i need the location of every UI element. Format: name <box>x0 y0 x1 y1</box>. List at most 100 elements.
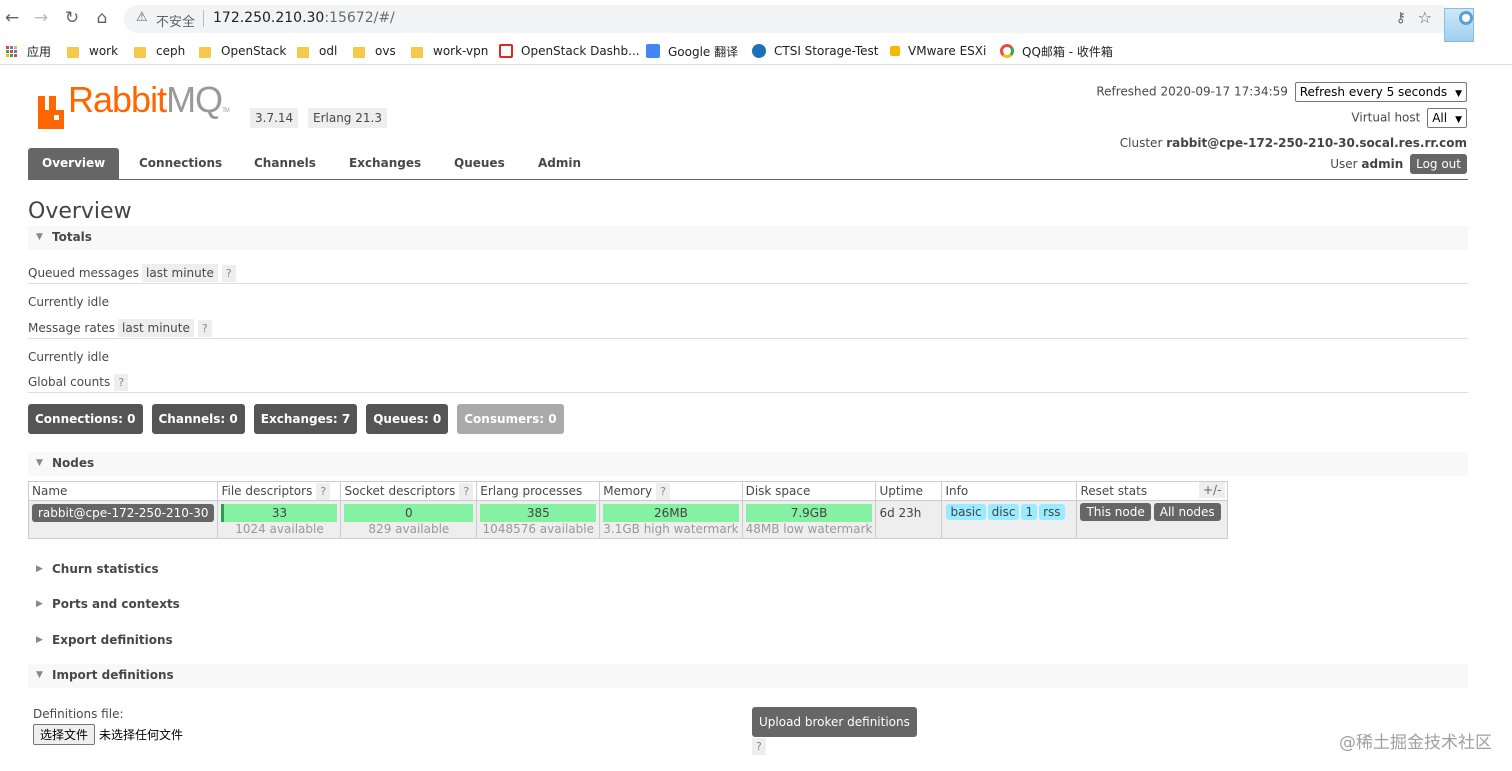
bookmark-label: OpenStack Dashb... <box>521 44 640 58</box>
global-counts: Connections: 0 Channels: 0 Exchanges: 7 … <box>28 404 573 434</box>
key-icon[interactable]: ⚷ <box>1396 10 1406 26</box>
url-divider <box>203 10 204 27</box>
sd-available: 829 available <box>368 522 450 536</box>
bookmark-apps[interactable]: 应用 <box>6 43 51 59</box>
folder-icon <box>353 46 365 58</box>
tab-channels[interactable]: Channels <box>240 148 330 179</box>
page-title: Overview <box>28 199 132 224</box>
help-button[interactable]: ? <box>221 265 236 282</box>
star-icon[interactable]: ☆ <box>1418 8 1432 27</box>
import-section-header[interactable]: ▼ Import definitions <box>28 664 1468 688</box>
info-tag: 1 <box>1021 504 1038 520</box>
bookmark-label: CTSI Storage-Test <box>774 44 879 58</box>
reset-all-nodes-button[interactable]: All nodes <box>1153 503 1221 521</box>
bookmark-qq-mail[interactable]: QQ邮箱 - 收件箱 <box>1000 43 1113 59</box>
queued-range-pill[interactable]: last minute <box>142 264 218 282</box>
help-button[interactable]: ? <box>656 483 670 500</box>
cell-info: basic disc 1 rss <box>941 500 1078 539</box>
ep-bar: 385 <box>480 504 597 522</box>
help-button[interactable]: ? <box>316 483 331 500</box>
bookmark-google-translate[interactable]: Google 翻译 <box>646 43 738 59</box>
table-header-row: Name File descriptors? Socket descriptor… <box>27 481 1228 501</box>
warning-icon: ⚠ <box>136 10 148 25</box>
version-badge: 3.7.14 <box>250 108 299 128</box>
url-text[interactable]: 172.250.210.30:15672/#/ <box>213 10 395 26</box>
logo-mq: MQ <box>166 79 223 120</box>
export-title: Export definitions <box>52 633 173 647</box>
reload-icon[interactable]: ↻ <box>62 8 82 28</box>
chevron-down-icon: ▼ <box>1455 89 1462 99</box>
exchanges-count-button[interactable]: Exchanges: 7 <box>253 404 358 434</box>
cell-sd: 0 829 available <box>340 500 478 539</box>
export-section-header[interactable]: ▶ Export definitions <box>28 629 1468 653</box>
bookmark-ctsi-storage[interactable]: CTSI Storage-Test <box>752 43 879 59</box>
caret-down-icon: ▼ <box>36 458 43 468</box>
bookmark-odl[interactable]: odl <box>297 43 337 59</box>
vhost-row: Virtual host All ▼ <box>1351 108 1467 128</box>
url-rest: :15672/#/ <box>324 10 395 26</box>
tab-queues[interactable]: Queues <box>440 148 519 179</box>
tab-exchanges[interactable]: Exchanges <box>335 148 435 179</box>
col-erlang-processes: Erlang processes <box>476 481 601 501</box>
bookmark-ovs[interactable]: ovs <box>353 43 396 59</box>
help-button[interactable]: ? <box>197 320 212 337</box>
reset-this-node-button[interactable]: This node <box>1080 503 1151 521</box>
tab-admin[interactable]: Admin <box>524 148 595 179</box>
uptime-value: 6d 23h <box>879 506 922 520</box>
totals-section-header[interactable]: ▼ Totals <box>28 226 1468 250</box>
home-icon[interactable]: ⌂ <box>92 8 112 28</box>
connections-count-button[interactable]: Connections: 0 <box>28 404 143 434</box>
mem-value: 26MB <box>653 506 688 520</box>
cell-ep: 385 1048576 available <box>476 500 601 539</box>
back-arrow-icon[interactable]: ← <box>2 8 22 28</box>
nodes-table: Name File descriptors? Socket descriptor… <box>27 481 1228 539</box>
bookmark-work[interactable]: work <box>67 43 118 59</box>
consumers-count-button[interactable]: Consumers: 0 <box>457 404 564 434</box>
refresh-select-value: Refresh every 5 seconds <box>1299 85 1448 99</box>
mem-watermark: 3.1GB high watermark <box>603 522 739 536</box>
ports-title: Ports and contexts <box>52 597 180 611</box>
bookmark-label: odl <box>319 44 338 58</box>
columns-toggle-button[interactable]: +/- <box>1199 482 1226 498</box>
bookmark-vmware-esxi[interactable]: VMware ESXi <box>890 43 986 59</box>
rates-range-pill[interactable]: last minute <box>118 319 194 337</box>
col-label: Memory <box>603 484 653 498</box>
bookmark-ceph[interactable]: ceph <box>134 43 185 59</box>
queues-count-button[interactable]: Queues: 0 <box>366 404 449 434</box>
bookmark-openstack[interactable]: OpenStack <box>199 43 286 59</box>
choose-file-button[interactable]: 选择文件 <box>33 724 96 745</box>
table-row: rabbit@cpe-172-250-210-30 33 1024 availab… <box>27 500 1228 539</box>
folder-icon <box>297 46 309 58</box>
col-socket-descriptors: Socket descriptors? <box>340 481 478 501</box>
info-tag: basic <box>946 504 986 520</box>
tab-connections[interactable]: Connections <box>125 148 236 179</box>
bookmark-label: OpenStack <box>221 44 287 58</box>
vhost-select[interactable]: All ▼ <box>1427 108 1467 128</box>
bookmark-label: ceph <box>156 44 186 58</box>
help-button[interactable]: ? <box>459 483 474 500</box>
forward-arrow-icon[interactable]: → <box>31 8 51 28</box>
cell-name: rabbit@cpe-172-250-210-30 <box>27 500 219 539</box>
bookmark-openstack-dashboard[interactable]: OpenStack Dashb... <box>499 43 640 59</box>
help-button[interactable]: ? <box>752 738 766 755</box>
disk-watermark: 48MB low watermark <box>745 522 873 536</box>
node-name-link[interactable]: rabbit@cpe-172-250-210-30 <box>32 504 215 522</box>
nodes-section-header[interactable]: ▼ Nodes <box>28 452 1468 476</box>
address-bar[interactable]: ⚠ 不安全 172.250.210.30:15672/#/ ⚷ ☆ <box>124 5 1454 33</box>
vhost-label: Virtual host <box>1351 110 1421 125</box>
churn-section-header[interactable]: ▶ Churn statistics <box>28 558 1468 582</box>
refresh-row: Refreshed 2020-09-17 17:34:59 Refresh ev… <box>1096 82 1467 102</box>
refresh-select[interactable]: Refresh every 5 seconds ▼ <box>1294 82 1467 102</box>
rates-label: Message rates <box>28 321 116 335</box>
bookmark-work-vpn[interactable]: work-vpn <box>411 43 488 59</box>
upload-definitions-button[interactable]: Upload broker definitions <box>752 707 917 737</box>
caret-right-icon: ▶ <box>36 564 43 574</box>
help-button[interactable]: ? <box>114 374 129 391</box>
disk-bar: 7.9GB <box>745 504 873 522</box>
sd-bar: 0 <box>344 504 474 522</box>
apps-grid-icon <box>6 45 17 57</box>
chevron-down-icon: ▼ <box>1455 115 1462 125</box>
channels-count-button[interactable]: Channels: 0 <box>151 404 245 434</box>
ports-section-header[interactable]: ▶ Ports and contexts <box>28 593 1468 617</box>
tab-overview[interactable]: Overview <box>28 148 120 179</box>
